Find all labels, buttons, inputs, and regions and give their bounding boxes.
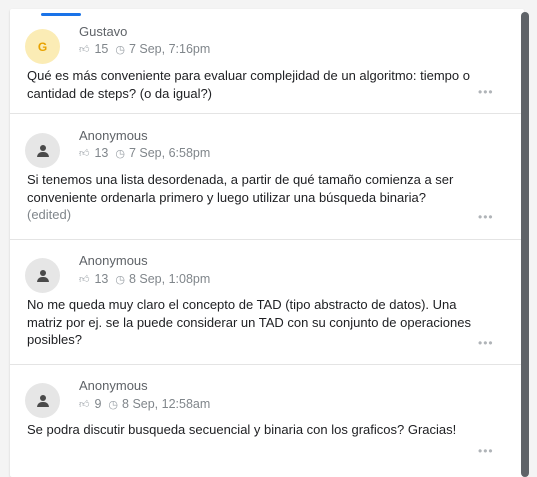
question-text-content: Si tenemos una lista desordenada, a part… (27, 172, 454, 205)
question-text: No me queda muy claro el concepto de TAD… (27, 296, 477, 349)
question-meta: 👍︎ 13 ◷ 7 Sep, 6:58pm (79, 146, 210, 160)
clock-icon: ◷ (115, 147, 125, 160)
questions-panel: G Gustavo 👍︎ 15 ◷ 7 Sep, 7:16pm Qué es m… (10, 9, 524, 477)
question-meta: 👍︎ 15 ◷ 7 Sep, 7:16pm (79, 42, 210, 56)
avatar-initial: G (37, 39, 48, 54)
person-icon (36, 269, 49, 282)
avatar: G (25, 29, 60, 64)
more-horizontal-icon[interactable]: ••• (478, 336, 494, 350)
clock-icon: ◷ (115, 273, 125, 286)
question-author: Anonymous (79, 378, 148, 393)
thumb-up-icon[interactable]: 👍︎ (79, 147, 89, 159)
upvote-count: 9 (94, 397, 102, 411)
avatar (25, 133, 60, 168)
more-horizontal-icon[interactable]: ••• (478, 210, 494, 224)
upvote-count: 13 (94, 146, 109, 160)
question-date: 7 Sep, 6:58pm (128, 146, 211, 160)
question-card[interactable]: G Gustavo 👍︎ 15 ◷ 7 Sep, 7:16pm Qué es m… (10, 9, 524, 114)
more-horizontal-icon[interactable]: ••• (478, 85, 494, 99)
person-icon (36, 144, 49, 157)
more-horizontal-icon[interactable]: ••• (478, 444, 494, 458)
question-author: Anonymous (79, 253, 148, 268)
thumb-up-icon[interactable]: 👍︎ (79, 273, 89, 285)
person-icon (36, 394, 49, 407)
question-author: Gustavo (79, 24, 128, 39)
question-date: 7 Sep, 7:16pm (128, 42, 211, 56)
edited-label: (edited) (27, 207, 72, 222)
avatar (25, 383, 60, 418)
question-date: 8 Sep, 1:08pm (128, 272, 211, 286)
question-text-content: Qué es más conveniente para evaluar comp… (27, 68, 470, 101)
scrollbar[interactable] (521, 12, 529, 477)
question-date: 8 Sep, 12:58am (122, 397, 211, 411)
question-card[interactable]: Anonymous 👍︎ 9 ◷ 8 Sep, 12:58am Se podra… (10, 364, 524, 477)
question-text: Se podra discutir busqueda secuencial y … (27, 421, 477, 439)
question-author: Anonymous (79, 128, 148, 143)
upvote-count: 13 (94, 272, 109, 286)
clock-icon: ◷ (108, 398, 119, 411)
question-meta: 👍︎ 9 ◷ 8 Sep, 12:58am (79, 397, 210, 411)
question-text: Qué es más conveniente para evaluar comp… (27, 67, 477, 102)
thumb-up-icon[interactable]: 👍︎ (79, 43, 89, 55)
question-text-content: No me queda muy claro el concepto de TAD… (27, 297, 471, 347)
thumb-up-icon[interactable]: 👍︎ (79, 398, 89, 410)
question-card[interactable]: Anonymous 👍︎ 13 ◷ 8 Sep, 1:08pm No me qu… (10, 239, 524, 365)
question-card[interactable]: Anonymous 👍︎ 13 ◷ 7 Sep, 6:58pm Si tenem… (10, 113, 524, 240)
question-text: Si tenemos una lista desordenada, a part… (27, 171, 477, 224)
clock-icon: ◷ (115, 43, 125, 56)
question-text-content: Se podra discutir busqueda secuencial y … (27, 422, 457, 437)
question-meta: 👍︎ 13 ◷ 8 Sep, 1:08pm (79, 272, 210, 286)
avatar (25, 258, 60, 293)
upvote-count: 15 (94, 42, 109, 56)
